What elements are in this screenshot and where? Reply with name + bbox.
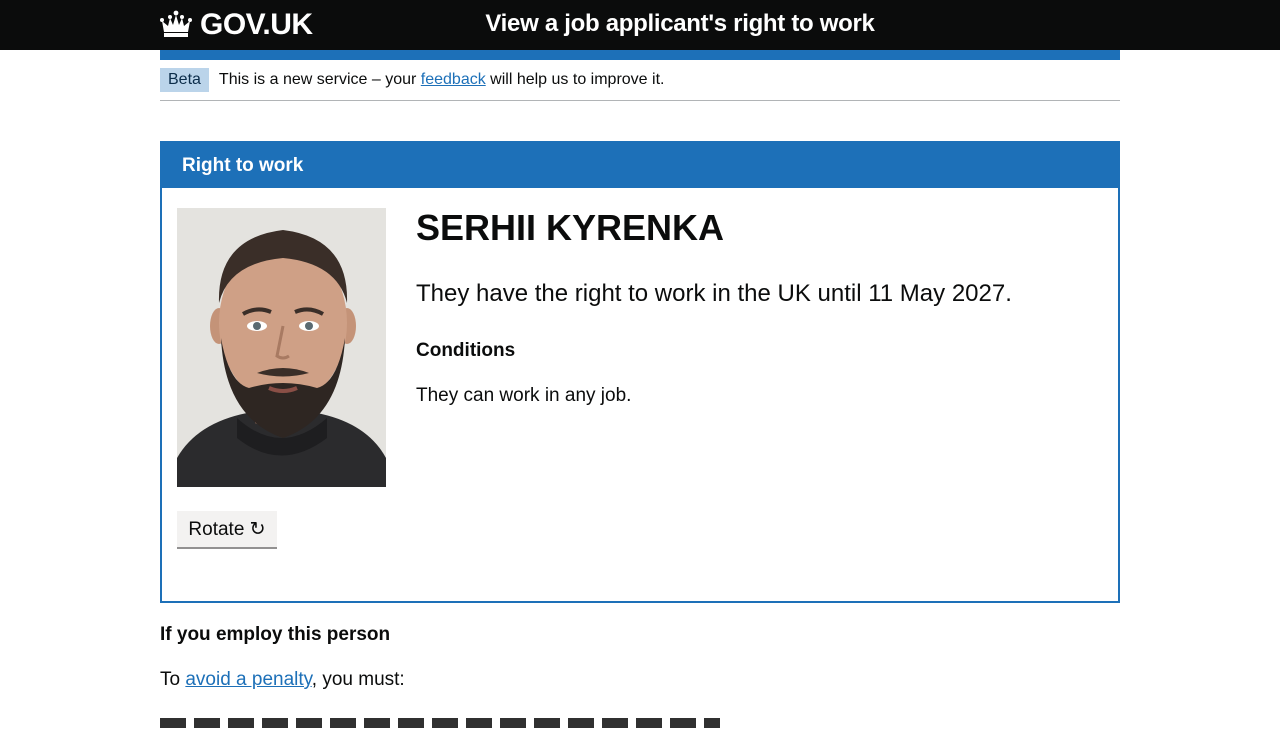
conditions-text: They can work in any job. [416,385,632,406]
rotate-button[interactable]: Rotate ↻ [177,511,277,549]
right-to-work-panel: Right to work Rotate ↻ SERHII KYRENKA Th… [160,141,1120,603]
phase-text-before: This is a new service – your [218,71,421,88]
phase-banner: Beta This is a new service – your feedba… [160,60,1120,101]
cut-off-list-item [160,708,720,732]
right-to-work-status: They have the right to work in the UK un… [416,280,1012,307]
phase-banner-text: This is a new service – your feedback wi… [219,71,665,89]
avoid-penalty-link[interactable]: avoid a penalty [185,669,311,690]
beta-tag: Beta [160,68,209,92]
panel-title: Right to work [162,143,1118,188]
applicant-photo [177,208,386,487]
phase-text-after: will help us to improve it. [485,71,665,88]
penalty-text-before: To [160,669,186,690]
feedback-link[interactable]: feedback [421,71,486,88]
site-header: GOV.UK View a job applicant's right to w… [0,0,1280,50]
person-name: SERHII KYRENKA [416,207,725,248]
header-blue-strip [160,50,1120,60]
employ-heading: If you employ this person [160,624,391,645]
service-name[interactable]: View a job applicant's right to work [0,10,1280,38]
conditions-heading: Conditions [416,340,516,361]
penalty-instruction: To avoid a penalty, you must: [160,669,405,691]
penalty-text-after: , you must: [311,669,405,690]
